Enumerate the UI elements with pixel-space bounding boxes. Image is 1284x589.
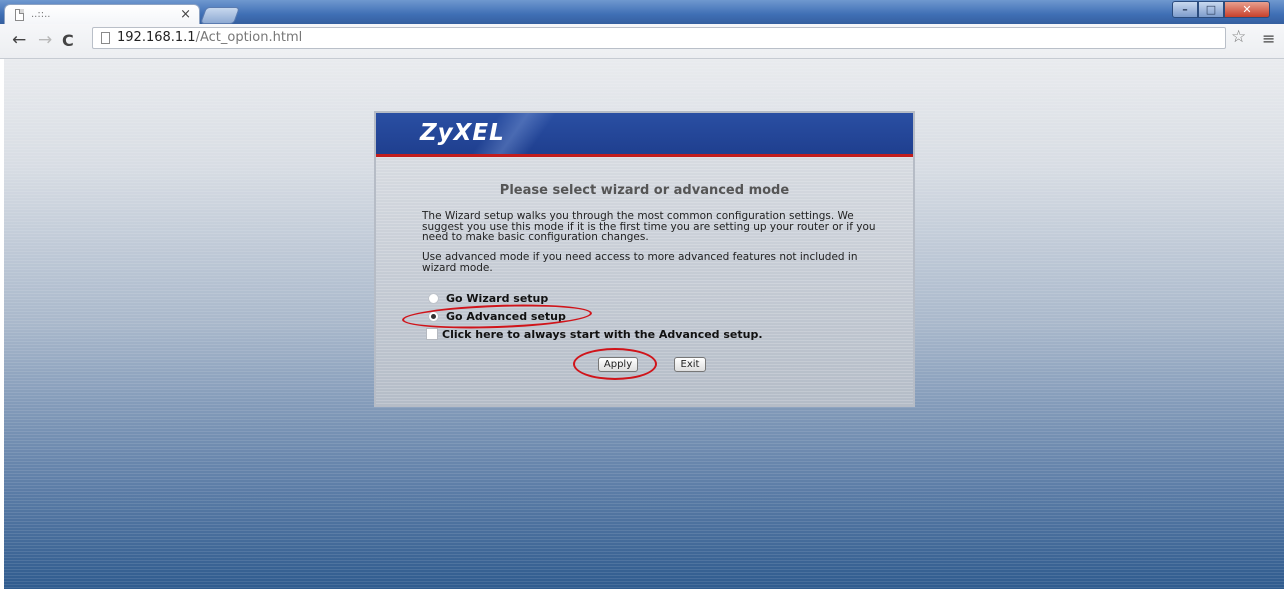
page-icon xyxy=(101,32,110,44)
address-bar[interactable]: 192.168.1.1/Act_option.html xyxy=(92,27,1226,49)
exit-button[interactable]: Exit xyxy=(674,357,706,372)
advanced-description: Use advanced mode if you need access to … xyxy=(422,251,858,274)
close-window-button[interactable]: ✕ xyxy=(1224,1,1270,18)
apply-button[interactable]: Apply xyxy=(598,357,638,372)
tab-close-icon[interactable]: × xyxy=(180,7,191,22)
browser-tab[interactable]: ..::.. × xyxy=(4,4,200,26)
mode-select-dialog: ZyXEL Please select wizard or advanced m… xyxy=(374,111,915,407)
wizard-radio[interactable] xyxy=(428,293,439,304)
bookmark-star-icon[interactable]: ☆ xyxy=(1231,27,1246,47)
wizard-description: The Wizard setup walks you through the m… xyxy=(422,210,876,243)
browser-menu-icon[interactable]: ≡ xyxy=(1262,29,1275,48)
dialog-heading: Please select wizard or advanced mode xyxy=(499,183,790,198)
minimize-button[interactable]: – xyxy=(1172,1,1198,18)
advanced-radio-label[interactable]: Go Advanced setup xyxy=(446,310,566,323)
reload-icon[interactable]: C xyxy=(62,31,74,50)
new-tab-button[interactable] xyxy=(199,7,241,24)
window-titlebar: ..::.. × – □ ✕ xyxy=(0,0,1284,26)
always-advanced-label[interactable]: Click here to always start with the Adva… xyxy=(442,328,763,341)
url-host: 192.168.1.1 xyxy=(117,30,196,45)
wizard-radio-label[interactable]: Go Wizard setup xyxy=(446,292,548,305)
forward-arrow-icon[interactable]: → xyxy=(38,30,52,50)
browser-toolbar: ← → C 192.168.1.1/Act_option.html ☆ ≡ xyxy=(0,24,1284,59)
dialog-body: Please select wizard or advanced mode Th… xyxy=(376,157,913,405)
zyxel-logo: ZyXEL xyxy=(420,120,505,146)
dialog-header: ZyXEL xyxy=(376,113,913,157)
url-text[interactable]: 192.168.1.1/Act_option.html xyxy=(117,30,302,45)
always-advanced-checkbox[interactable] xyxy=(426,328,438,340)
maximize-button[interactable]: □ xyxy=(1198,1,1224,18)
back-arrow-icon[interactable]: ← xyxy=(12,30,26,50)
advanced-radio[interactable] xyxy=(428,311,439,322)
tab-title: ..::.. xyxy=(31,9,51,20)
page-icon xyxy=(15,9,24,21)
url-path: /Act_option.html xyxy=(195,30,303,45)
